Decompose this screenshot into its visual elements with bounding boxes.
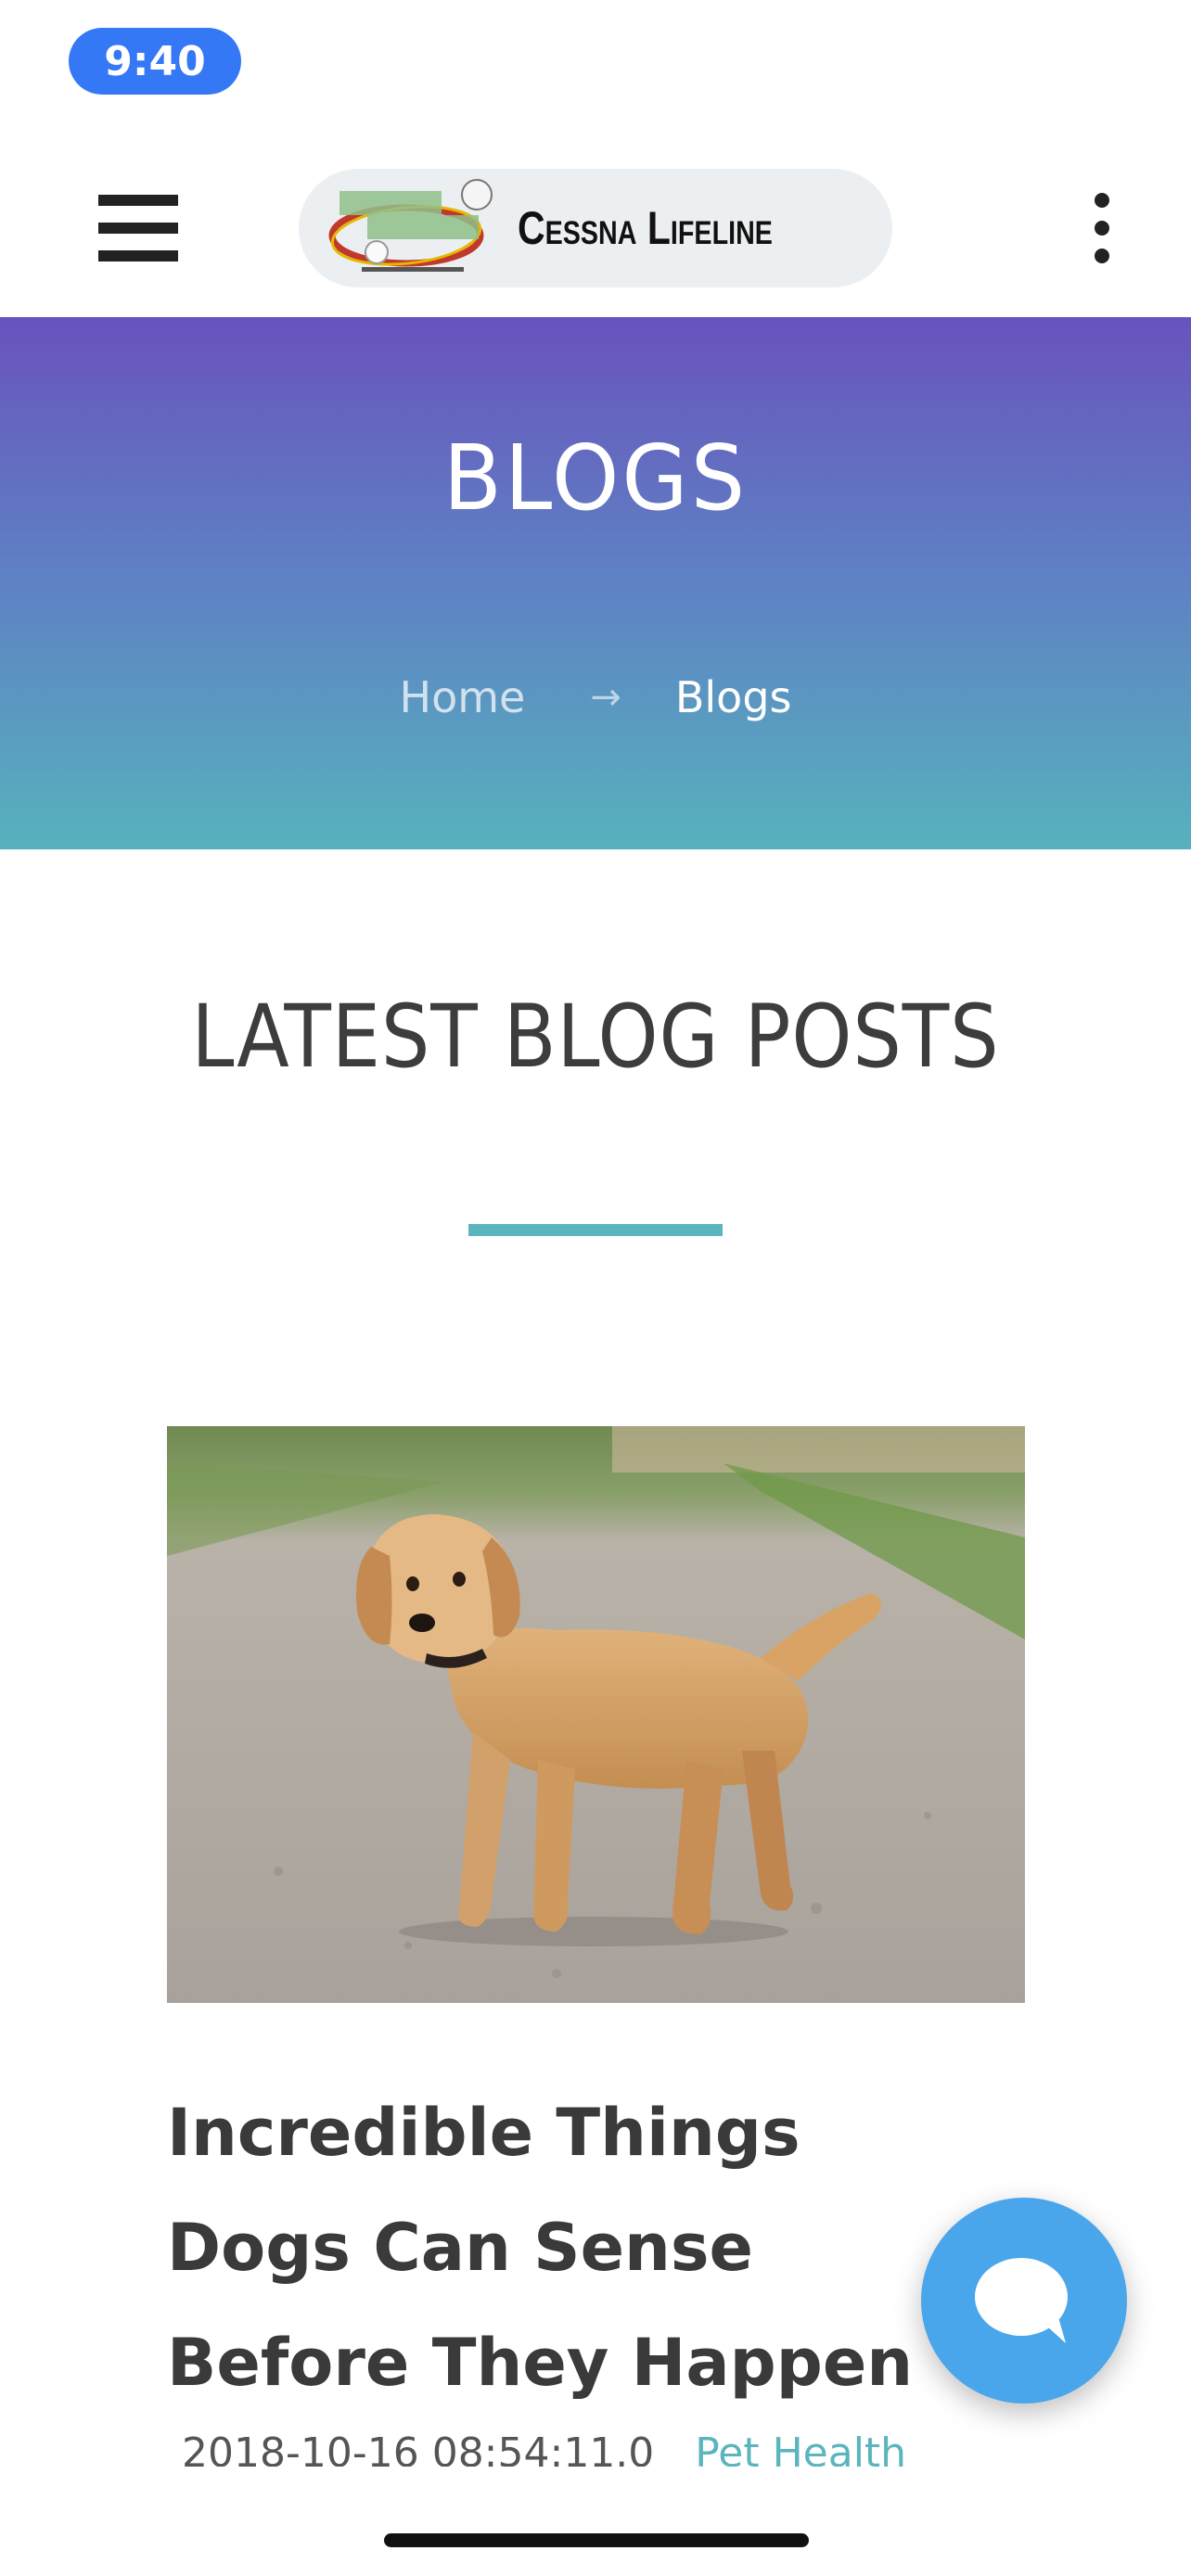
hero-banner: BLOGS Home → Blogs	[0, 317, 1191, 849]
chat-button[interactable]	[921, 2198, 1127, 2404]
more-vertical-icon[interactable]	[1091, 193, 1113, 263]
golden-retriever-puppy-photo[interactable]	[167, 1426, 1025, 2003]
arrow-right-icon: →	[590, 676, 621, 719]
section-divider	[468, 1224, 723, 1236]
status-bar: 9:40	[0, 0, 1191, 139]
section-title: LATEST BLOG POSTS	[191, 987, 1000, 1088]
logo-text: Cessna Lifeline	[518, 202, 773, 254]
post-title-link[interactable]: Incredible Things Dogs Can Sense Before …	[167, 2075, 1002, 2420]
breadcrumb-current: Blogs	[674, 672, 792, 722]
breadcrumb-home-link[interactable]: Home	[399, 672, 525, 722]
hamburger-menu-icon[interactable]	[98, 195, 178, 261]
page-title: BLOGS	[442, 425, 749, 531]
logo-emblem	[328, 179, 493, 272]
breadcrumb: Home → Blogs	[0, 670, 1191, 725]
home-indicator[interactable]	[384, 2533, 809, 2547]
chat-bubble-icon	[975, 2258, 1068, 2343]
bottom-safe-area	[0, 2467, 1191, 2576]
status-time: 9:40	[69, 28, 241, 95]
app-header: Cessna Lifeline	[0, 139, 1191, 317]
site-logo[interactable]: Cessna Lifeline	[299, 169, 892, 287]
